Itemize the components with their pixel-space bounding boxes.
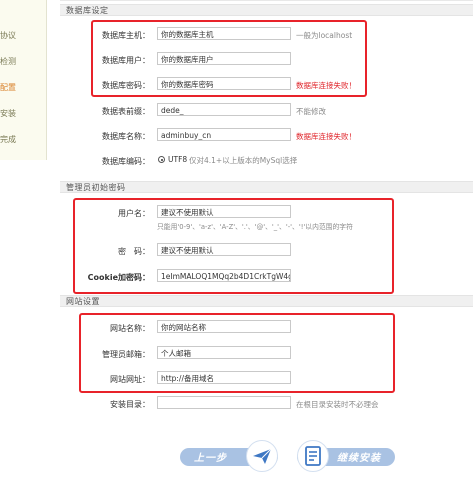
install-steps-sidebar: 协议 检测 配置 安装 完成 bbox=[0, 0, 47, 160]
db-pass-error: 数据库连接失败！ bbox=[296, 81, 356, 90]
top-divider bbox=[60, 0, 473, 1]
db-user-label: 数据库用户： bbox=[102, 56, 150, 65]
cookie-input[interactable]: 1eImMALOQ1MQq2b4D1CrkTgW4ga bbox=[157, 269, 291, 282]
section-header-admin: 管理员初始密码 bbox=[60, 181, 473, 193]
db-pass-label: 数据库密码： bbox=[102, 81, 150, 90]
continue-install-label: 继续安装 bbox=[337, 453, 381, 464]
site-name-input[interactable]: 你的网站名称 bbox=[157, 320, 291, 333]
step-install: 安装 bbox=[0, 109, 16, 118]
db-host-input[interactable]: 你的数据库主机 bbox=[157, 27, 291, 40]
prev-step-button[interactable]: 上一步 bbox=[180, 440, 278, 472]
section-header-database: 数据库设定 bbox=[60, 4, 473, 16]
send-arrow-icon bbox=[246, 440, 278, 472]
prev-step-label: 上一步 bbox=[194, 453, 227, 464]
db-charset-label: 数据库编码： bbox=[102, 157, 150, 166]
db-prefix-label: 数据表前缀： bbox=[102, 107, 150, 116]
db-prefix-note: 不能修改 bbox=[296, 107, 326, 116]
continue-install-button[interactable]: 继续安装 bbox=[297, 440, 395, 472]
db-prefix-input[interactable]: dede_ bbox=[157, 103, 291, 116]
site-url-label: 网站网址： bbox=[110, 375, 150, 384]
db-user-input[interactable]: 你的数据库用户 bbox=[157, 52, 291, 65]
section-header-site: 网站设置 bbox=[60, 295, 473, 307]
install-dir-input[interactable] bbox=[157, 396, 291, 409]
admin-email-label: 管理员邮箱： bbox=[102, 350, 150, 359]
charset-radio-utf8[interactable] bbox=[158, 156, 165, 163]
step-check: 检测 bbox=[0, 57, 16, 66]
db-name-input[interactable]: adminbuy_cn bbox=[157, 128, 291, 141]
db-pass-input[interactable]: 你的数据库密码 bbox=[157, 77, 291, 90]
admin-user-note: 只能用'0-9'、'a-z'、'A-Z'、'.'、'@'、'_'、'-'、'!'… bbox=[157, 223, 353, 231]
cookie-label: Cookie加密码： bbox=[87, 273, 150, 282]
charset-option-utf8: UTF8 bbox=[168, 155, 188, 164]
checklist-icon bbox=[297, 440, 329, 472]
admin-user-input[interactable]: 建议不使用默认 bbox=[157, 205, 291, 218]
db-host-label: 数据库主机： bbox=[102, 31, 150, 40]
db-host-note: 一般为localhost bbox=[296, 31, 353, 40]
admin-pass-label: 密 码： bbox=[118, 247, 150, 256]
step-config: 配置 bbox=[0, 83, 16, 92]
admin-pass-input[interactable]: 建议不使用默认 bbox=[157, 243, 291, 256]
step-agreement: 协议 bbox=[0, 31, 16, 40]
db-name-label: 数据库名称： bbox=[102, 132, 150, 141]
admin-user-label: 用户名： bbox=[118, 209, 150, 218]
install-dir-label: 安装目录： bbox=[110, 400, 150, 409]
charset-note: 仅对4.1+以上版本的MySql选择 bbox=[189, 156, 298, 165]
site-name-label: 网站名称： bbox=[110, 324, 150, 333]
site-url-input[interactable]: http://备用域名 bbox=[157, 371, 291, 384]
step-finish: 完成 bbox=[0, 135, 16, 144]
admin-email-input[interactable]: 个人邮箱 bbox=[157, 346, 291, 359]
db-name-error: 数据库连接失败！ bbox=[296, 132, 356, 141]
install-dir-note: 在根目录安装时不必理会 bbox=[296, 400, 379, 409]
